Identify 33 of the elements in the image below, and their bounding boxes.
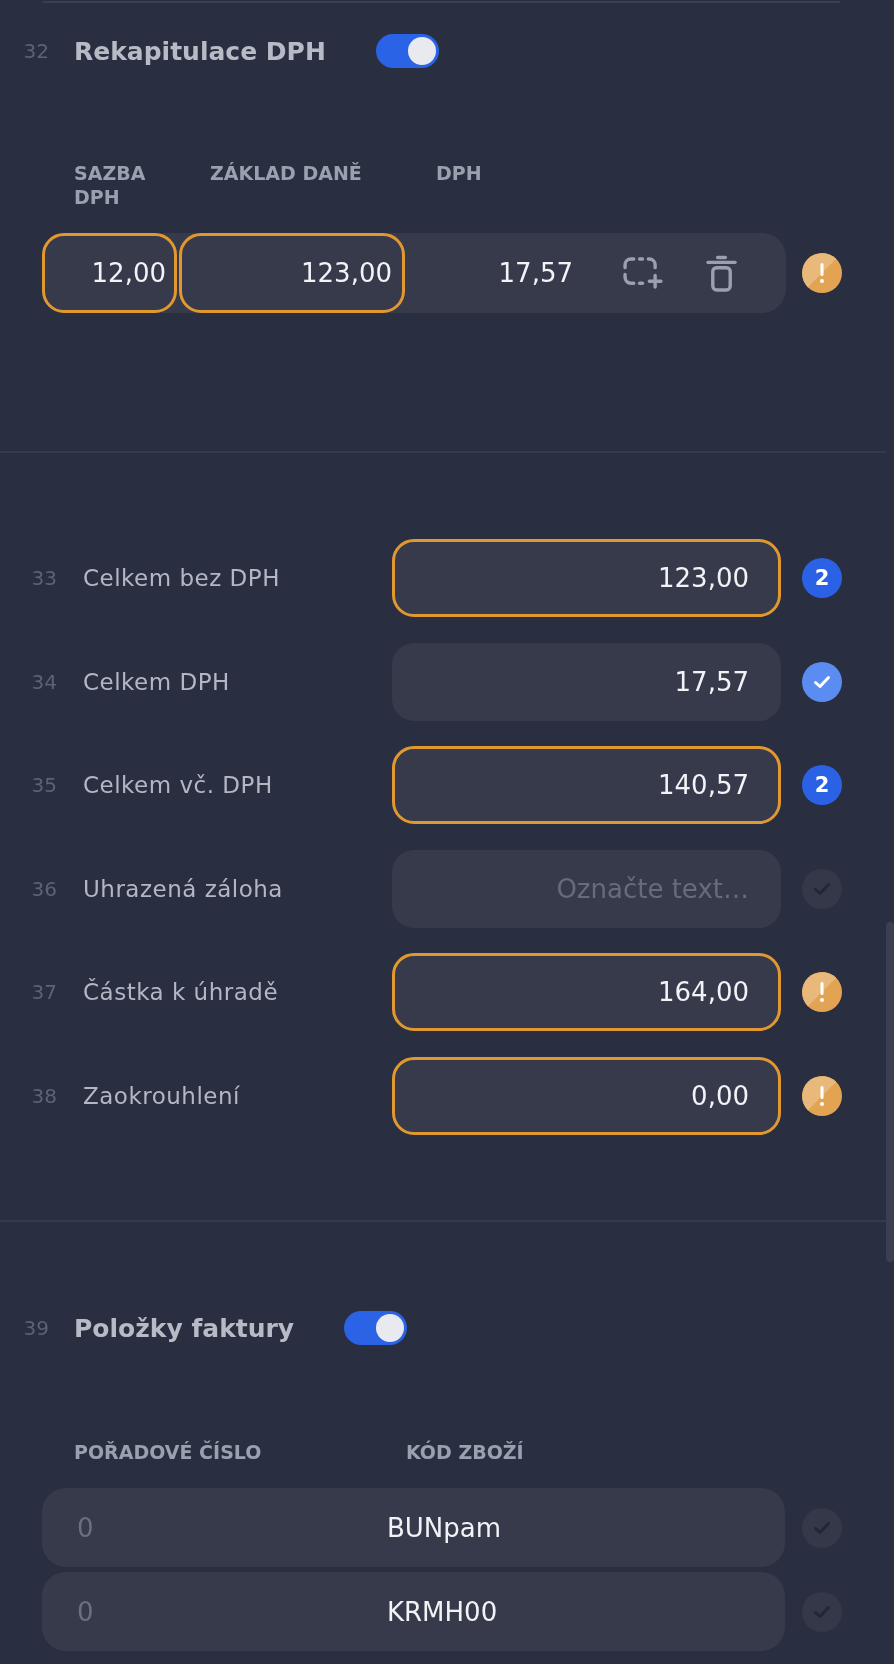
number-field[interactable]: 12,00: [42, 233, 177, 313]
field-label: Uhrazená záloha: [83, 875, 283, 902]
field-label: Celkem bez DPH: [83, 565, 280, 591]
field-label: Celkem DPH: [83, 668, 230, 695]
section-title: Položky faktury: [74, 1313, 295, 1343]
warning-icon: [802, 253, 842, 293]
toggle-switch[interactable]: [344, 1311, 408, 1345]
count-badge: 2: [802, 558, 842, 598]
number-field[interactable]: 123,00: [179, 233, 405, 313]
amount-field[interactable]: 17,57: [392, 642, 781, 721]
field-label: Celkem vč. DPH: [83, 772, 273, 798]
dashed-square-plus-icon[interactable]: [623, 257, 663, 289]
column-header: POŘADOVÉ ČÍSLO: [74, 1441, 262, 1463]
column-header: DPH: [436, 162, 482, 184]
trash-icon[interactable]: [706, 254, 737, 292]
amount-field[interactable]: 140,57: [392, 746, 781, 824]
amount-field[interactable]: 164,00: [392, 953, 781, 1031]
column-header: SAZBA DPH: [74, 162, 146, 208]
amount-field[interactable]: 123,00: [392, 539, 781, 617]
column-header: KÓD ZBOŽÍ: [406, 1441, 524, 1463]
field-label: Částka k úhradě: [83, 979, 279, 1005]
section-title: Rekapitulace DPH: [74, 36, 326, 66]
amount-field[interactable]: 0,00: [392, 1056, 781, 1135]
count-badge: 2: [802, 765, 842, 805]
warning-icon: [802, 1075, 842, 1116]
warning-icon: [802, 972, 842, 1012]
amount-text: 17,57: [498, 258, 573, 288]
column-header: ZÁKLAD DANĚ: [210, 162, 362, 184]
product-code: BUNpam: [387, 1512, 502, 1543]
field-label: Zaokrouhlení: [83, 1082, 240, 1109]
check-circle-icon: [802, 661, 842, 702]
product-code: KRMH00: [387, 1596, 498, 1627]
toggle-switch[interactable]: [375, 34, 439, 68]
